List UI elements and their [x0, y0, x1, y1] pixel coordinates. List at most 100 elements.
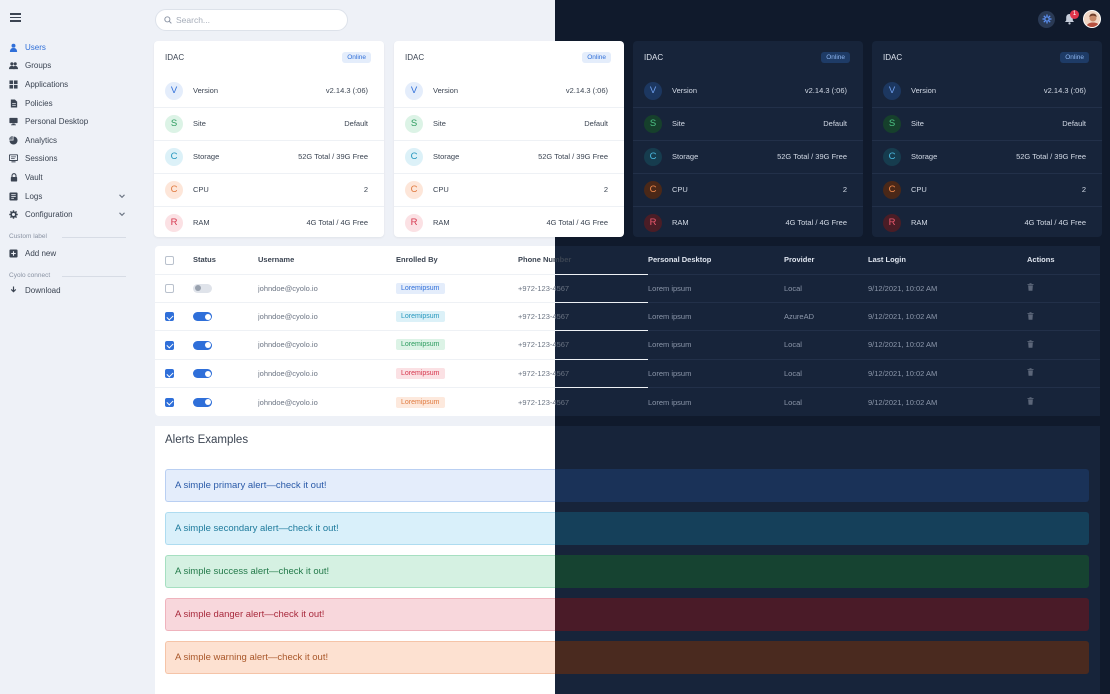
sidebar-item-download[interactable]: Download	[0, 283, 140, 293]
card-row-value: v2.14.3 (:06)	[1043, 86, 1086, 95]
sidebar-item-groups[interactable]: Groups	[0, 57, 140, 76]
alert-success[interactable]: A simple success alert—check it out!	[165, 555, 1089, 588]
trash-icon[interactable]	[1027, 368, 1035, 377]
notifications-button[interactable]: 1	[1061, 9, 1079, 28]
column-header-username[interactable]: Username	[258, 246, 396, 274]
row-checkbox[interactable]	[165, 283, 174, 293]
card-row-value: 2	[1081, 185, 1086, 194]
sidebar-item-users[interactable]: Users	[0, 38, 140, 57]
settings-button[interactable]	[1038, 10, 1055, 28]
column-header-last-login[interactable]: Last Login	[868, 246, 1027, 274]
card-row-value: 4G Total / 4G Free	[1024, 218, 1086, 227]
card-row-value: 2	[603, 185, 608, 194]
column-header-phone-number[interactable]: Phone Number	[518, 246, 648, 274]
grid-icon	[9, 80, 18, 89]
card-row-storage: C Storage 52G Total / 39G Free	[154, 140, 384, 173]
menu-icon[interactable]	[10, 13, 21, 22]
last-login-cell: 9/12/2021, 10:02 AM	[868, 330, 1027, 360]
chevron-down-icon	[119, 212, 125, 217]
status-toggle[interactable]	[193, 340, 212, 350]
search-box[interactable]	[155, 9, 348, 31]
table-row[interactable]: johndoe@cyolo.io Loremipsum +972-123-456…	[155, 330, 1100, 360]
sidebar-item-logs[interactable]: Logs	[0, 187, 140, 206]
idac-card[interactable]: IDAC Online V Version v2.14.3 (:06) S Si…	[154, 41, 384, 237]
trash-icon[interactable]	[1027, 397, 1035, 406]
alert-warning[interactable]: A simple warning alert—check it out!	[165, 641, 1089, 674]
idac-card[interactable]: IDAC Online V Version v2.14.3 (:06) S Si…	[872, 41, 1102, 237]
column-header-status[interactable]: Status	[193, 246, 258, 274]
select-all-checkbox[interactable]	[165, 255, 174, 265]
phone-number-cell: +972-123-4567	[518, 273, 648, 303]
gear-icon	[1042, 14, 1051, 24]
sidebar-item-personal-desktop[interactable]: Personal Desktop	[0, 112, 140, 131]
alert-secondary[interactable]: A simple secondary alert—check it out!	[165, 512, 1089, 545]
actions-cell	[1027, 358, 1100, 388]
idac-card[interactable]: IDAC Online V Version v2.14.3 (:06) S Si…	[394, 41, 624, 237]
search-input[interactable]	[176, 15, 336, 25]
trash-icon[interactable]	[1027, 283, 1035, 292]
card-row-site: S Site Default	[154, 107, 384, 140]
gear-icon	[9, 210, 18, 219]
avatar[interactable]	[1083, 10, 1101, 28]
idac-card[interactable]: IDAC Online V Version v2.14.3 (:06) S Si…	[633, 41, 863, 237]
sidebar-item-label: Add new	[25, 248, 57, 258]
row-checkbox[interactable]	[165, 369, 174, 379]
sidebar-item-configuration[interactable]: Configuration	[0, 205, 140, 224]
trash-icon[interactable]	[1027, 311, 1035, 321]
card-title: IDAC	[165, 53, 185, 62]
alert-primary[interactable]: A simple primary alert—check it out!	[165, 469, 1089, 502]
ram-letter-icon: R	[883, 213, 901, 232]
trash-icon[interactable]	[1027, 340, 1035, 349]
card-row-value: 52G Total / 39G Free	[1016, 152, 1086, 161]
sidebar-item-policies[interactable]: Policies	[0, 94, 140, 113]
card-row-ram: R RAM 4G Total / 4G Free	[872, 206, 1102, 239]
status-badge: Online	[821, 52, 850, 63]
table-row[interactable]: johndoe@cyolo.io Loremipsum +972-123-456…	[155, 301, 1100, 331]
sidebar-item-add-new[interactable]: Add new	[0, 244, 140, 263]
enrolled-by-cell: Loremipsum	[396, 273, 518, 303]
card-header: IDAC Online	[394, 41, 624, 74]
row-checkbox[interactable]	[165, 340, 174, 350]
sidebar-item-sessions[interactable]: Sessions	[0, 150, 140, 169]
personal-desktop-cell: Lorem ipsum	[648, 273, 784, 303]
ram-letter-icon: R	[165, 213, 183, 232]
card-row-storage: C Storage 52G Total / 39G Free	[872, 140, 1102, 173]
enrolled-by-cell: Loremipsum	[396, 330, 518, 360]
status-toggle[interactable]	[193, 369, 212, 379]
sidebar-item-analytics[interactable]: Analytics	[0, 131, 140, 150]
card-row-label: Storage	[672, 152, 699, 161]
last-login-cell: 9/12/2021, 10:02 AM	[868, 273, 1027, 303]
card-row-value: v2.14.3 (:06)	[325, 86, 368, 95]
column-header-provider[interactable]: Provider	[784, 246, 868, 274]
table-row[interactable]: johndoe@cyolo.io Loremipsum +972-123-456…	[155, 387, 1100, 416]
cpu-letter-icon: C	[644, 180, 662, 199]
card-row-label: RAM	[193, 218, 210, 227]
table-header-row: Status Username Enrolled By Phone Number…	[155, 246, 1100, 274]
user-icon	[9, 43, 18, 52]
group-icon	[9, 61, 18, 70]
card-row-ram: R RAM 4G Total / 4G Free	[394, 206, 624, 239]
column-header-enrolled-by[interactable]: Enrolled By	[396, 246, 518, 274]
custom-label-section: Custom label	[0, 230, 140, 244]
username-cell: johndoe@cyolo.io	[258, 358, 396, 388]
alert-text: A simple secondary alert—check it out!	[165, 512, 555, 545]
status-toggle[interactable]	[193, 312, 212, 322]
status-toggle[interactable]	[193, 283, 212, 293]
sidebar-item-label: Vault	[25, 172, 43, 182]
alert-danger[interactable]: A simple danger alert—check it out!	[165, 598, 1089, 631]
table-row[interactable]: johndoe@cyolo.io Loremipsum +972-123-456…	[155, 273, 1100, 303]
row-checkbox[interactable]	[165, 312, 174, 322]
phone-number-text: +972-123-4567	[518, 368, 570, 378]
sidebar-item-applications[interactable]: Applications	[0, 75, 140, 94]
table-row[interactable]: johndoe@cyolo.io Loremipsum +972-123-456…	[155, 358, 1100, 388]
top-right-actions: 1	[1038, 9, 1101, 29]
phone-number-cell: +972-123-4567	[518, 387, 648, 416]
status-toggle[interactable]	[193, 397, 212, 407]
sidebar-item-vault[interactable]: Vault	[0, 168, 140, 187]
status-badge: Online	[342, 52, 371, 63]
row-checkbox[interactable]	[165, 397, 174, 407]
username-cell: johndoe@cyolo.io	[258, 301, 396, 331]
card-row-site: S Site Default	[872, 107, 1102, 140]
column-header-personal-desktop[interactable]: Personal Desktop	[648, 246, 784, 274]
site-letter-icon: S	[644, 114, 662, 133]
